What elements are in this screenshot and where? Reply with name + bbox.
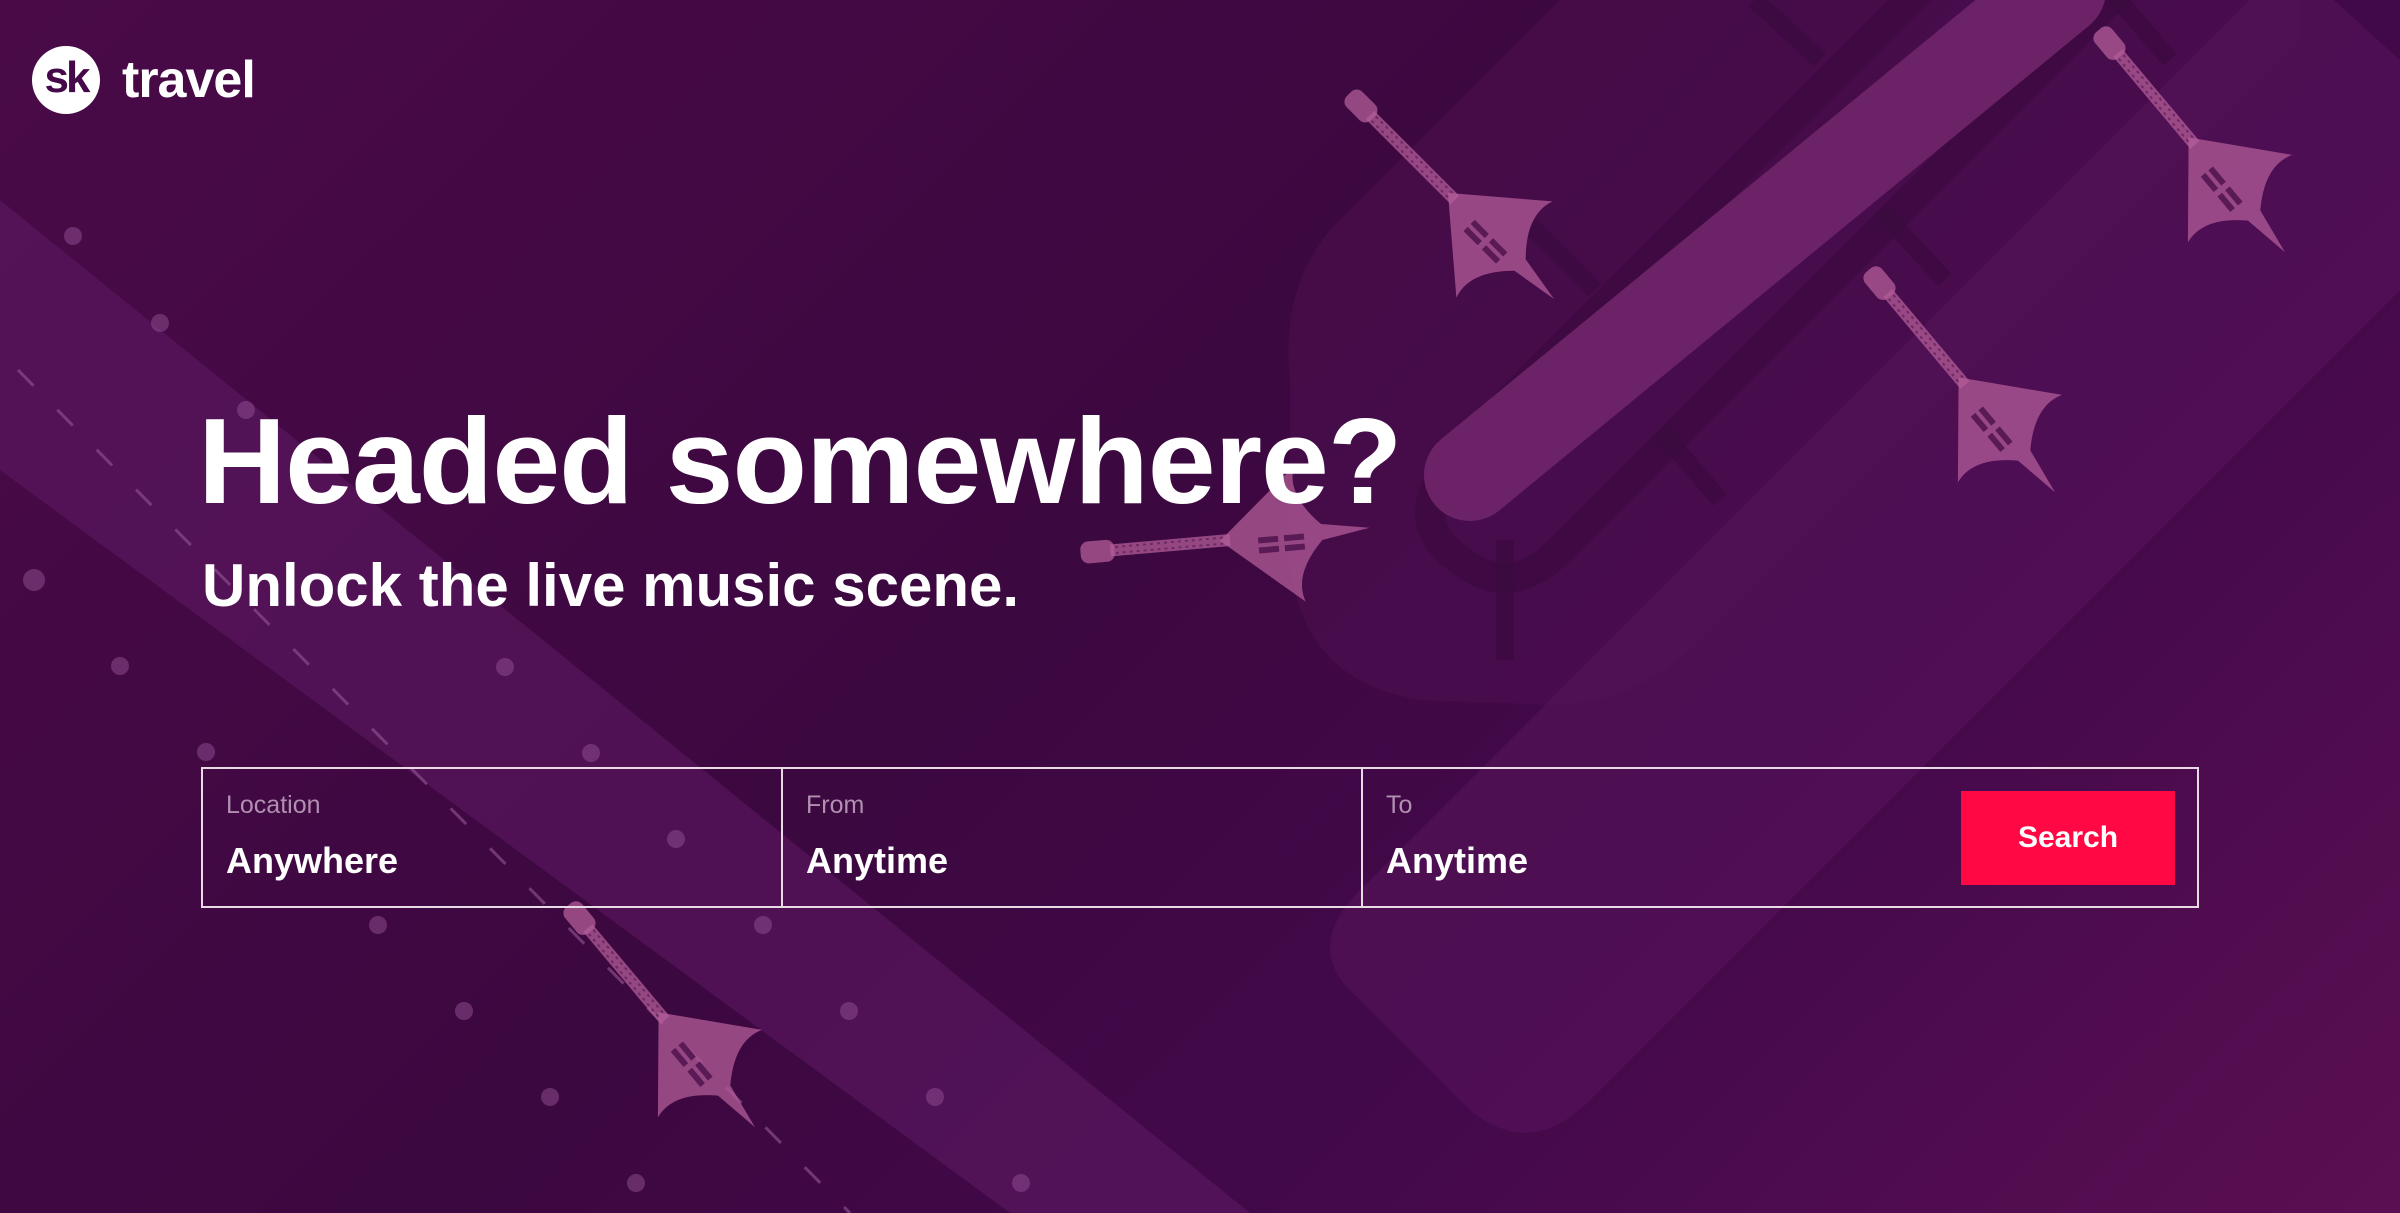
search-button[interactable]: Search — [1961, 791, 2175, 885]
page: sk travel Headed somewhere? Unlock the l… — [0, 0, 2400, 1213]
from-label: From — [806, 791, 865, 819]
brand-logo[interactable]: sk travel — [32, 46, 256, 114]
hero-headline: Headed somewhere? — [198, 393, 1402, 529]
to-date-field[interactable]: To Anytime Search — [1363, 769, 2197, 906]
location-value: Anywhere — [226, 840, 399, 881]
from-date-field[interactable]: From Anytime — [783, 769, 1363, 906]
from-value: Anytime — [806, 840, 949, 881]
sk-logo-icon: sk — [32, 46, 100, 114]
logo-mark-text: sk — [44, 53, 91, 102]
location-field[interactable]: Location Anywhere — [203, 769, 783, 906]
location-label: Location — [226, 791, 321, 819]
hero-subhead: Unlock the live music scene. — [202, 552, 1020, 619]
search-bar: Location Anywhere From Anytime To Anytim… — [201, 767, 2199, 908]
logo-wordmark: travel — [122, 51, 256, 109]
